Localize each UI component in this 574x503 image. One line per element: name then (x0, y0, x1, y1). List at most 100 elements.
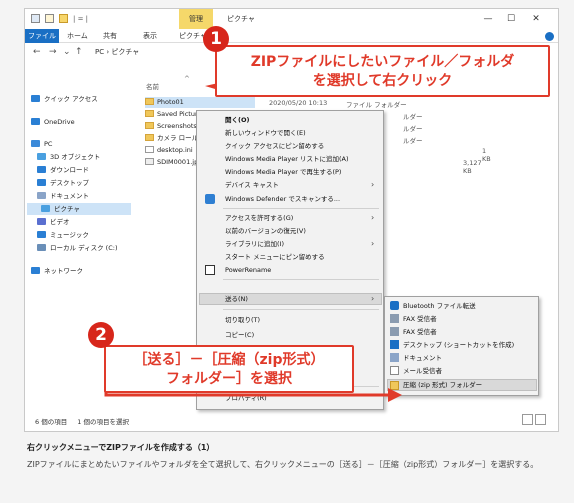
menu-play-wmp[interactable]: Windows Media Player で再生する(P) (225, 166, 341, 178)
fax-icon (390, 314, 399, 323)
navigation-pane: クイック アクセス OneDrive PC 3D オブジェクト ダウンロード デ… (25, 71, 137, 371)
quick-access-new-icon[interactable] (45, 14, 54, 23)
nav-label: ドキュメント (50, 192, 89, 200)
fax-icon (390, 327, 399, 336)
file-type: ルダー (403, 113, 423, 121)
back-arrow-icon[interactable]: ← (33, 46, 41, 58)
cube-icon (37, 153, 46, 160)
quick-access-properties-icon[interactable] (31, 14, 40, 23)
folder-icon (145, 98, 154, 105)
nav-network[interactable]: ネットワーク (31, 265, 83, 277)
caption-title: 右クリックメニューでZIPファイルを作成する（1） (27, 443, 215, 452)
powerrename-icon (205, 265, 215, 275)
menu-separator (223, 208, 379, 209)
folder-icon (145, 134, 154, 141)
nav-pictures[interactable]: ピクチャ (27, 203, 131, 215)
menu-open[interactable]: 開く(O) (225, 114, 249, 126)
network-icon (31, 267, 40, 274)
nav-label: 3D オブジェクト (50, 153, 101, 161)
tab-file[interactable]: ファイル (25, 29, 59, 43)
nav-3d-objects[interactable]: 3D オブジェクト (37, 151, 100, 163)
send-compressed-zip[interactable]: 圧縮 (zip 形式) フォルダー (403, 379, 482, 391)
pc-icon (31, 140, 40, 147)
nav-onedrive[interactable]: OneDrive (31, 116, 75, 128)
callout-step2-line2: フォルダー］を選択 (166, 371, 292, 387)
nav-documents[interactable]: ドキュメント (37, 190, 89, 202)
send-fax[interactable]: FAX 受信者 (403, 326, 437, 338)
cloud-icon (31, 118, 40, 125)
send-fax[interactable]: FAX 受信者 (403, 313, 437, 325)
close-button[interactable]: ✕ (529, 13, 543, 25)
send-mail[interactable]: メール受信者 (403, 365, 442, 377)
folder-icon (145, 122, 154, 129)
tab-share[interactable]: 共有 (103, 29, 117, 43)
menu-powerrename[interactable]: PowerRename (225, 264, 271, 276)
menu-copy[interactable]: コピー(C) (225, 329, 254, 341)
menu-separator (223, 279, 379, 280)
file-date: 2020/05/20 10:13 (269, 99, 328, 107)
column-name-header[interactable]: 名前 (146, 81, 159, 91)
file-type: ルダー (403, 137, 423, 145)
zip-folder-icon (390, 381, 399, 390)
menu-give-access[interactable]: アクセスを許可する(G) (225, 212, 293, 224)
menu-pin-quick-access[interactable]: クイック アクセスにピン留めする (225, 140, 324, 152)
recent-chevron-icon[interactable]: ⌄ (63, 46, 71, 58)
callout-step1: ZIPファイルにしたいファイル／フォルダ を選択して右クリック (215, 45, 550, 97)
nav-downloads[interactable]: ダウンロード (37, 164, 89, 176)
menu-properties[interactable]: プロパティ(R) (225, 392, 267, 404)
picture-icon (41, 205, 50, 212)
nav-label: ダウンロード (50, 166, 89, 174)
callout-step2-line1: ［送る］－［圧縮（zip形式） (133, 352, 325, 368)
maximize-button[interactable]: ☐ (504, 13, 518, 25)
document-icon (390, 353, 399, 362)
menu-defender-scan[interactable]: Windows Defender でスキャンする... (225, 193, 340, 205)
minimize-button[interactable]: — (481, 13, 495, 25)
tab-view[interactable]: 表示 (143, 29, 157, 43)
nav-label: ピクチャ (54, 205, 80, 213)
nav-label: ビデオ (50, 218, 70, 226)
menu-cut[interactable]: 切り取り(T) (225, 314, 260, 326)
nav-label: クイック アクセス (44, 95, 98, 103)
tab-home[interactable]: ホーム (67, 29, 88, 43)
send-desktop-shortcut[interactable]: デスクトップ (ショートカットを作成) (403, 339, 514, 351)
nav-local-disk[interactable]: ローカル ディスク (C:) (37, 242, 117, 254)
nav-quick-access[interactable]: クイック アクセス (31, 93, 98, 105)
forward-arrow-icon[interactable]: → (49, 46, 57, 58)
menu-device-cast[interactable]: デバイス キャスト (225, 179, 279, 191)
star-icon (31, 95, 40, 102)
up-arrow-icon[interactable]: ↑ (75, 46, 83, 58)
menu-restore-versions[interactable]: 以前のバージョンの復元(V) (225, 225, 306, 237)
nav-label: PC (44, 140, 53, 148)
sort-arrow-icon[interactable]: ^ (184, 75, 190, 83)
menu-open-new-window[interactable]: 新しいウィンドウで開く(E) (225, 127, 306, 139)
nav-desktop[interactable]: デスクトップ (37, 177, 89, 189)
details-view-icon[interactable] (522, 414, 533, 425)
large-icons-view-icon[interactable] (535, 414, 546, 425)
send-documents[interactable]: ドキュメント (403, 352, 442, 364)
mail-icon (390, 366, 399, 375)
menu-add-library[interactable]: ライブラリに追加(I) (225, 238, 284, 250)
download-icon (37, 166, 46, 173)
quick-access-separator[interactable]: | = | (73, 15, 88, 23)
nav-label: ネットワーク (44, 267, 83, 275)
menu-add-wmp-list[interactable]: Windows Media Player リストに追加(A) (225, 153, 348, 165)
nav-music[interactable]: ミュージック (37, 229, 89, 241)
submenu-chevron-icon: › (371, 213, 375, 222)
callout-step1-line2: を選択して右クリック (312, 73, 453, 89)
file-row-photo01[interactable]: Photo01 (145, 97, 255, 108)
menu-send-to[interactable]: 送る(N) (225, 293, 248, 305)
nav-label: ミュージック (50, 231, 89, 239)
send-to-submenu: Bluetooth ファイル転送 FAX 受信者 FAX 受信者 デスクトップ … (384, 296, 539, 396)
quick-access-folder-icon[interactable] (59, 14, 68, 23)
file-type: ファイル フォルダー (346, 101, 407, 109)
send-bluetooth[interactable]: Bluetooth ファイル転送 (403, 300, 476, 312)
nav-videos[interactable]: ビデオ (37, 216, 70, 228)
item-count: 6 個の項目 (35, 418, 68, 426)
disk-icon (37, 244, 46, 251)
tab-manage[interactable]: 管理 (179, 9, 213, 29)
menu-pin-start[interactable]: スタート メニューにピン留めする (225, 251, 325, 263)
file-name: desktop.ini (157, 146, 193, 154)
nav-pc[interactable]: PC (31, 138, 52, 150)
help-icon[interactable] (545, 32, 554, 41)
selection-count: 1 個の項目を選択 (77, 418, 129, 426)
